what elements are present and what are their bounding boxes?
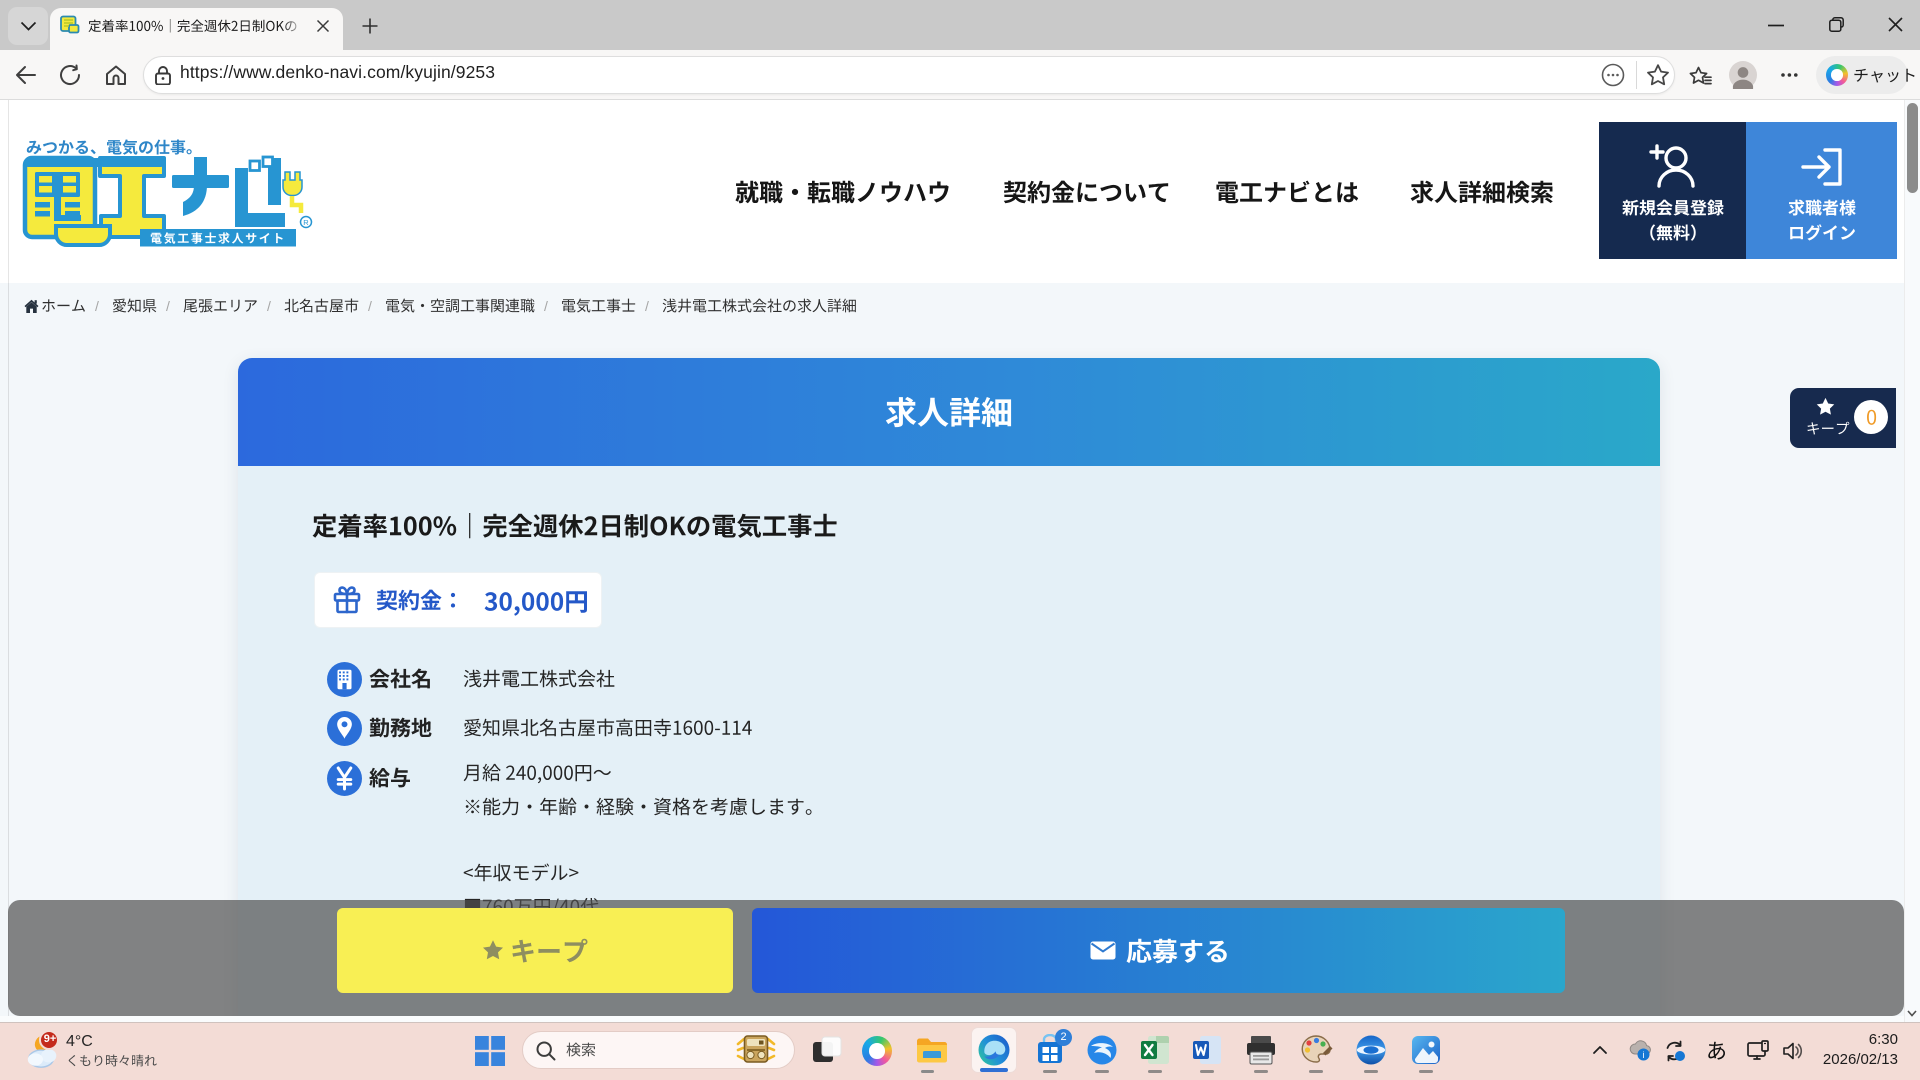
svg-text:R: R [303,218,309,227]
svg-text:i: i [1643,1050,1645,1060]
